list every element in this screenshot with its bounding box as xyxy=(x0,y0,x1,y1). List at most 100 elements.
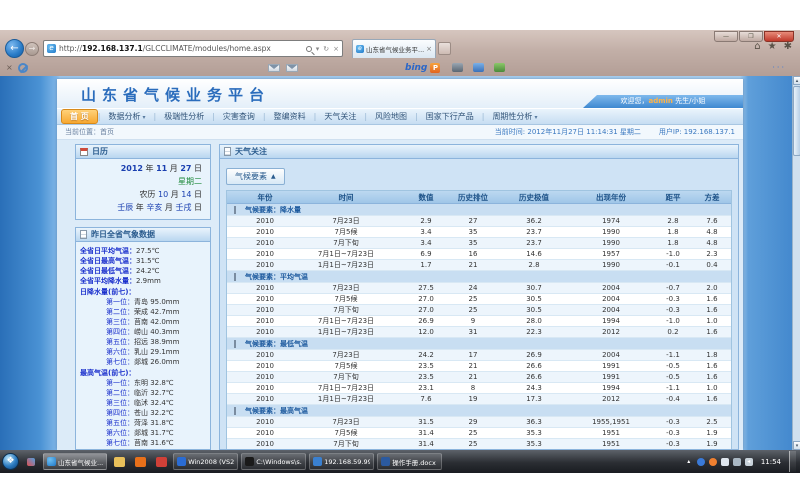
more-options-icon[interactable]: ··· xyxy=(772,63,786,72)
taskbar-task-1[interactable]: C:\Windows\s... xyxy=(241,453,306,470)
table-row[interactable]: 20101月1日~7月23日1.7212.81990-0.10.4 xyxy=(227,260,731,271)
mail-icon[interactable] xyxy=(268,64,280,72)
cell: 31 xyxy=(447,328,499,336)
cell: 26.6 xyxy=(499,362,569,370)
chevron-down-icon: ▾ xyxy=(534,114,537,121)
taskbar-task-2[interactable]: 192.168.59.99... xyxy=(309,453,374,470)
cell: 14.6 xyxy=(499,250,569,258)
tab-close-icon[interactable]: × xyxy=(426,45,432,53)
table-row[interactable]: 20101月1日~7月23日7.61917.32012-0.41.6 xyxy=(227,394,731,405)
camera-icon[interactable] xyxy=(452,63,463,72)
taskbar-task-0[interactable]: Win2008 (VS2... xyxy=(173,453,238,470)
content-area: 日历 2012 年 11 月 27 日 星期二 农历 10 月 14 日 壬辰 … xyxy=(57,140,743,450)
checkbox[interactable] xyxy=(234,407,236,415)
cell: 23.7 xyxy=(499,239,569,247)
address-bar[interactable]: e http://192.168.137.1/GLCCLIMATE/module… xyxy=(43,40,343,57)
nav-item-3[interactable]: 灾害查询 xyxy=(215,110,263,123)
cell: 1955,1951 xyxy=(569,418,653,426)
nav-item-5[interactable]: 天气关注 xyxy=(316,110,364,123)
start-button[interactable]: ❖ xyxy=(2,453,19,470)
table-group-row[interactable]: 气候要素：最低气温 xyxy=(227,338,731,350)
cell: 27.5 xyxy=(405,284,447,292)
table-row[interactable]: 20107月23日24.21726.92004-1.11.8 xyxy=(227,350,731,361)
checkbox[interactable] xyxy=(234,206,236,214)
rank-item: 第五位：菏泽 31.8℃ xyxy=(80,418,208,428)
new-tab-button[interactable] xyxy=(438,42,451,55)
table-group-row[interactable]: 气候要素：平均气温 xyxy=(227,271,731,283)
mail-send-icon[interactable] xyxy=(286,64,298,72)
stop-icon[interactable]: × xyxy=(333,45,339,53)
table-row[interactable]: 20107月1日~7月23日26.9928.01994-1.01.0 xyxy=(227,316,731,327)
table-group-row[interactable]: 气候要素：最高气温 xyxy=(227,405,731,417)
forward-button[interactable]: → xyxy=(25,42,39,56)
calendar-body: 2012 年 11 月 27 日 星期二 农历 10 月 14 日 壬辰 年 辛… xyxy=(75,159,211,220)
action-center-flag-icon[interactable] xyxy=(721,458,729,466)
favorites-star-icon[interactable]: ★ xyxy=(768,41,777,52)
table-row[interactable]: 20107月5候3.43523.719901.84.8 xyxy=(227,227,731,238)
cell: 1994 xyxy=(569,317,653,325)
column-header-3: 历史排位 xyxy=(447,192,499,203)
tray-expand-icon[interactable]: ▴ xyxy=(685,458,693,466)
home-icon[interactable]: ⌂ xyxy=(754,41,760,52)
nav-item-7[interactable]: 国家下行产品 xyxy=(418,110,482,123)
table-row[interactable]: 20107月23日27.52430.72004-0.72.0 xyxy=(227,283,731,294)
checkbox[interactable] xyxy=(234,273,236,281)
cell: 2004 xyxy=(569,306,653,314)
table-row[interactable]: 20107月5候31.42535.31951-0.31.9 xyxy=(227,428,731,439)
table-group-row[interactable]: 气候要素：降水量 xyxy=(227,204,731,216)
orange-app-button[interactable] xyxy=(131,453,149,470)
explorer-folder-button[interactable] xyxy=(110,453,128,470)
nav-item-8[interactable]: 周期性分析▾ xyxy=(484,110,545,123)
table-row[interactable]: 20107月下旬3.43523.719901.84.8 xyxy=(227,238,731,249)
tools-gear-icon[interactable]: ✱ xyxy=(784,41,792,52)
table-row[interactable]: 20107月下旬27.02530.52004-0.31.6 xyxy=(227,305,731,316)
network-globe-icon[interactable] xyxy=(697,458,705,466)
antivirus-flame-icon[interactable] xyxy=(709,458,717,466)
taskbar-task-3[interactable]: 操作手册.docx ... xyxy=(377,453,442,470)
browser-circle-button[interactable] xyxy=(152,453,170,470)
back-button[interactable]: ← xyxy=(5,39,24,58)
rank-item: 第二位：荣成 42.7mm xyxy=(80,307,208,317)
network-status-icon[interactable] xyxy=(733,458,741,466)
toolbar-close-icon[interactable]: × xyxy=(6,63,13,72)
cell: 7月1日~7月23日 xyxy=(287,316,405,326)
launcher-icon[interactable] xyxy=(22,453,40,470)
welcome-banner: 欢迎您，admin 先生/小姐 xyxy=(583,95,743,108)
nav-item-1[interactable]: 数据分析▾ xyxy=(101,110,154,123)
sparkle-icon[interactable] xyxy=(473,63,484,72)
nav-item-4[interactable]: 整编资料 xyxy=(266,110,314,123)
table-row[interactable]: 20107月23日31.52936.31955,1951-0.32.5 xyxy=(227,417,731,428)
table-row[interactable]: 20107月1日~7月23日6.91614.61957-1.02.3 xyxy=(227,249,731,260)
main-panel-title: 天气关注 xyxy=(235,146,267,157)
scroll-up-icon[interactable]: ▴ xyxy=(793,76,800,85)
dropdown-icon[interactable]: ▾ xyxy=(316,45,320,53)
rank-item: 第一位：东明 32.8℃ xyxy=(80,378,208,388)
bing-logo[interactable]: bing P xyxy=(405,63,440,73)
scrollbar-thumb[interactable] xyxy=(793,86,800,156)
table-row[interactable]: 20107月5候27.02530.52004-0.31.6 xyxy=(227,294,731,305)
volume-icon[interactable]: ◂ xyxy=(745,458,753,466)
cell: 31.4 xyxy=(405,429,447,437)
nav-item-6[interactable]: 风险地图 xyxy=(367,110,415,123)
blocked-icon[interactable] xyxy=(18,63,28,73)
climate-element-button[interactable]: 气候要素 ▲ xyxy=(226,168,285,185)
table-row[interactable]: 20107月23日2.92736.219742.87.6 xyxy=(227,216,731,227)
browser-tab[interactable]: e 山东省气候业务平... × xyxy=(352,39,436,58)
page-scrollbar[interactable]: ▴ ▾ xyxy=(792,76,800,450)
refresh-icon[interactable]: ↻ xyxy=(323,45,329,53)
cell: 16 xyxy=(447,250,499,258)
nav-item-2[interactable]: 极端性分析 xyxy=(156,110,212,123)
table-row[interactable]: 20107月5候23.52126.61991-0.51.6 xyxy=(227,361,731,372)
table-row[interactable]: 20101月1日~7月23日12.03122.320120.21.6 xyxy=(227,327,731,338)
scroll-down-icon[interactable]: ▾ xyxy=(793,441,800,450)
cell: 2010 xyxy=(243,328,287,336)
table-row[interactable]: 20107月1日~7月23日23.1824.31994-1.11.0 xyxy=(227,383,731,394)
nav-item-0[interactable]: 首 页 xyxy=(61,109,98,124)
table-row[interactable]: 20107月下旬31.42535.31951-0.31.9 xyxy=(227,439,731,450)
table-row[interactable]: 20107月下旬23.52126.61991-0.51.6 xyxy=(227,372,731,383)
search-icon[interactable] xyxy=(306,46,312,52)
checkbox[interactable] xyxy=(234,340,236,348)
taskbar-ie-task[interactable]: 山东省气候业... xyxy=(43,453,107,470)
show-desktop-button[interactable] xyxy=(789,451,796,472)
people-icon[interactable] xyxy=(494,63,505,72)
